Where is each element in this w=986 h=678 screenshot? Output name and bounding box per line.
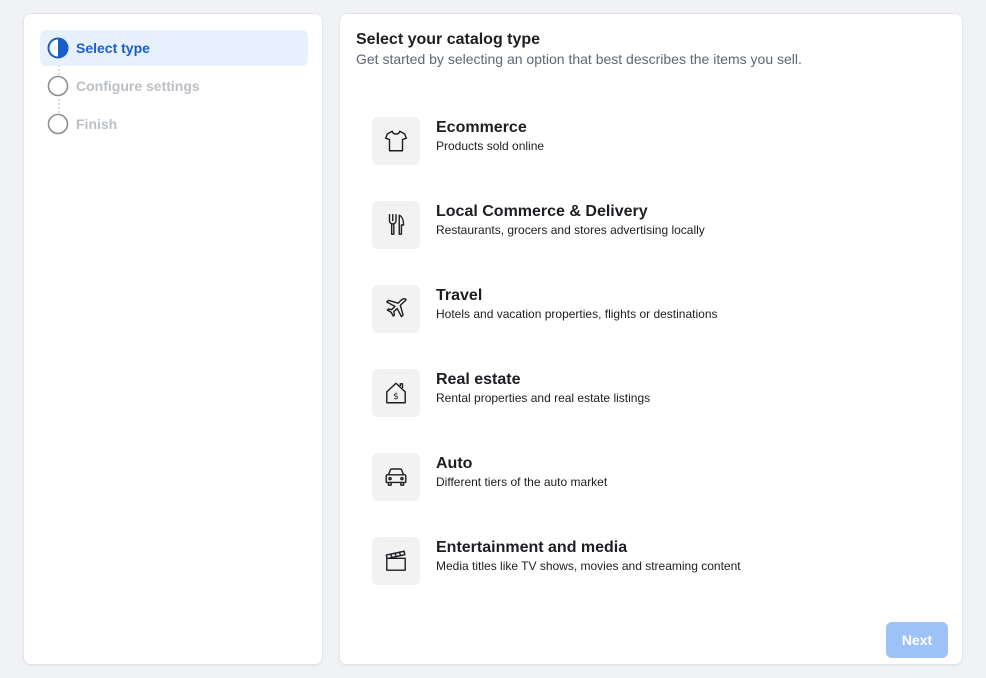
step-label: Select type xyxy=(76,40,150,56)
step-label: Finish xyxy=(76,116,118,132)
option-travel[interactable]: Travel Hotels and vacation properties, f… xyxy=(372,285,932,335)
option-icon-tile xyxy=(372,285,420,333)
option-description: Products sold online xyxy=(436,139,545,153)
option-real-estate[interactable]: $ Real estate Rental properties and real… xyxy=(372,369,932,419)
option-name: Auto xyxy=(436,455,473,472)
next-button[interactable]: Next xyxy=(886,622,948,658)
fork-knife-icon xyxy=(388,214,405,235)
option-icon-tile xyxy=(372,117,420,165)
option-icon-tile xyxy=(372,453,420,501)
page-title: Select your catalog type xyxy=(356,31,541,48)
option-name: Real estate xyxy=(436,371,521,388)
step-select-type[interactable]: Select type xyxy=(40,30,308,66)
clapperboard-icon xyxy=(385,550,406,571)
tshirt-icon xyxy=(385,130,407,152)
step-finish[interactable]: Finish xyxy=(40,106,308,142)
option-description: Different tiers of the auto market xyxy=(436,475,608,489)
airplane-icon xyxy=(386,297,407,318)
option-name: Entertainment and media xyxy=(436,539,628,556)
empty-circle-icon xyxy=(47,113,69,135)
option-description: Rental properties and real estate listin… xyxy=(436,391,651,405)
option-icon-tile: $ xyxy=(372,369,420,417)
option-name: Travel xyxy=(436,287,483,304)
svg-text:$: $ xyxy=(393,392,399,402)
option-icon-tile xyxy=(372,537,420,585)
option-name: Local Commerce & Delivery xyxy=(436,203,648,220)
option-auto[interactable]: Auto Different tiers of the auto market xyxy=(372,453,932,503)
step-configure-settings[interactable]: Configure settings xyxy=(40,68,308,104)
option-description: Media titles like TV shows, movies and s… xyxy=(436,559,741,573)
option-description: Hotels and vacation properties, flights … xyxy=(436,307,718,321)
option-name: Ecommerce xyxy=(436,119,527,136)
option-ecommerce[interactable]: Ecommerce Products sold online xyxy=(372,117,932,167)
empty-circle-icon xyxy=(47,75,69,97)
option-local-commerce[interactable]: Local Commerce & Delivery Restaurants, g… xyxy=(372,201,932,251)
catalog-type-panel: Select your catalog type Get started by … xyxy=(339,13,963,665)
stepper-panel: Select type Configure settings Finish xyxy=(23,13,323,665)
half-filled-circle-icon xyxy=(47,37,69,59)
option-description: Restaurants, grocers and stores advertis… xyxy=(436,223,705,237)
page-subtitle: Get started by selecting an option that … xyxy=(356,51,802,67)
option-icon-tile xyxy=(372,201,420,249)
car-icon xyxy=(385,468,407,486)
option-entertainment[interactable]: Entertainment and media Media titles lik… xyxy=(372,537,932,587)
house-dollar-icon: $ xyxy=(386,382,406,404)
step-label: Configure settings xyxy=(76,78,200,94)
